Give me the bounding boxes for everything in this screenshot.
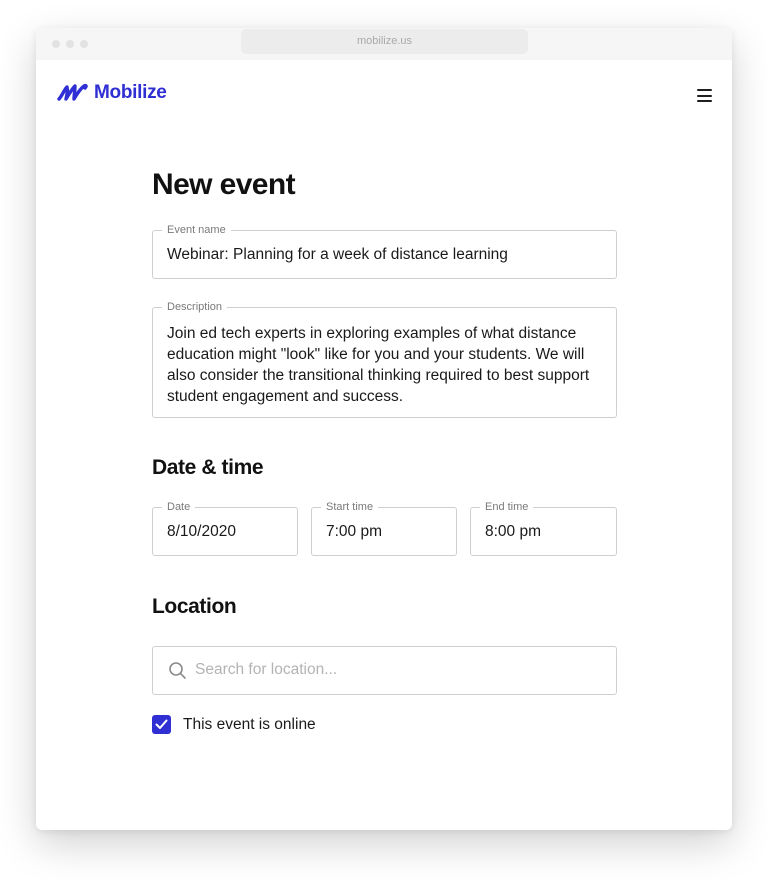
online-event-checkbox[interactable]: [152, 715, 171, 734]
event-name-value: Webinar: Planning for a week of distance…: [167, 246, 508, 263]
description-field[interactable]: Description Join ed tech experts in expl…: [152, 301, 617, 418]
hamburger-menu-icon[interactable]: [697, 89, 712, 102]
location-search-input[interactable]: Search for location...: [152, 646, 617, 695]
close-dot-icon[interactable]: [52, 40, 60, 48]
end-time-field[interactable]: End time 8:00 pm: [470, 501, 617, 556]
mobilize-wave-logo-icon: [56, 82, 90, 104]
search-icon: [168, 661, 187, 685]
date-field[interactable]: Date 8/10/2020: [152, 501, 298, 556]
browser-window: mobilize.us Mobilize New event Event nam…: [36, 28, 732, 830]
end-time-label: End time: [480, 501, 534, 514]
brand-name: Mobilize: [94, 82, 167, 103]
online-event-label[interactable]: This event is online: [183, 716, 316, 734]
date-value: 8/10/2020: [167, 523, 236, 540]
description-value: Join ed tech experts in exploring exampl…: [167, 325, 590, 405]
window-controls: [52, 40, 88, 48]
end-time-value: 8:00 pm: [485, 523, 542, 540]
brand-logo[interactable]: Mobilize: [56, 82, 167, 104]
description-label: Description: [162, 301, 228, 314]
start-time-value: 7:00 pm: [326, 523, 383, 540]
checkmark-icon: [155, 719, 168, 729]
address-bar[interactable]: mobilize.us: [241, 29, 528, 54]
event-name-label: Event name: [162, 224, 231, 237]
page-title: New event: [152, 168, 296, 201]
date-time-heading: Date & time: [152, 456, 264, 479]
start-time-label: Start time: [321, 501, 379, 514]
maximize-dot-icon[interactable]: [80, 40, 88, 48]
location-heading: Location: [152, 595, 237, 618]
event-name-field[interactable]: Event name Webinar: Planning for a week …: [152, 224, 617, 279]
start-time-field[interactable]: Start time 7:00 pm: [311, 501, 457, 556]
browser-titlebar: mobilize.us: [36, 28, 732, 60]
minimize-dot-icon[interactable]: [66, 40, 74, 48]
date-label: Date: [162, 501, 196, 514]
location-search-placeholder: Search for location...: [195, 661, 338, 678]
